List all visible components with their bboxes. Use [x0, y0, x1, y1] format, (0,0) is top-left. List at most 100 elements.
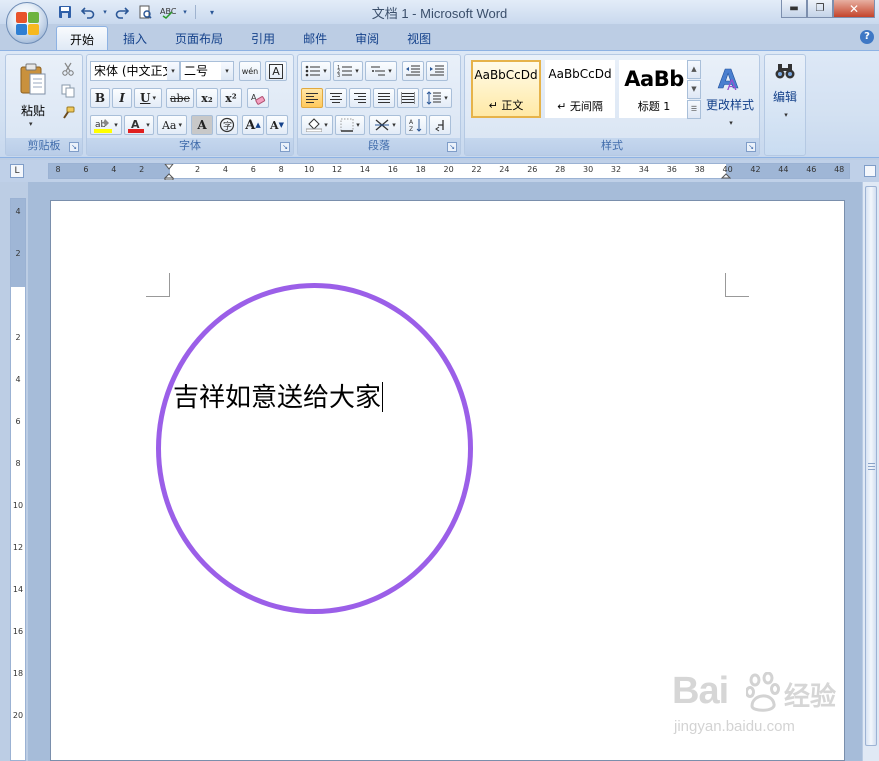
- tab-selector-icon[interactable]: L: [10, 164, 24, 178]
- justify-button[interactable]: [373, 88, 395, 108]
- align-center-button[interactable]: [325, 88, 347, 108]
- numbering-button[interactable]: 123 ▾: [333, 61, 363, 81]
- align-left-button[interactable]: [301, 88, 323, 108]
- first-line-indent-marker[interactable]: [164, 164, 174, 180]
- right-indent-marker[interactable]: [721, 164, 731, 180]
- align-right-button[interactable]: [349, 88, 371, 108]
- highlight-color-button[interactable]: ab ▾: [90, 115, 122, 135]
- underline-button[interactable]: U ▾: [134, 88, 162, 108]
- font-size-dropdown-icon[interactable]: ▾: [221, 62, 233, 80]
- save-icon[interactable]: [56, 3, 74, 21]
- superscript-button[interactable]: x²: [220, 88, 242, 108]
- line-spacing-button[interactable]: ▾: [422, 88, 452, 108]
- spelling-icon[interactable]: ABC: [159, 3, 177, 21]
- gallery-scroll-up-icon[interactable]: ▲: [687, 60, 701, 79]
- multilevel-list-button[interactable]: ▾: [365, 61, 397, 81]
- subscript-button[interactable]: x₂: [196, 88, 218, 108]
- office-button[interactable]: [6, 2, 48, 44]
- cut-button[interactable]: [58, 59, 78, 79]
- ribbon-tabs: 开始 插入 页面布局 引用 邮件 审阅 视图: [56, 26, 444, 50]
- gallery-more-icon[interactable]: ☰: [687, 100, 701, 119]
- close-button[interactable]: ✕: [833, 0, 875, 18]
- document-text[interactable]: 吉祥如意送给大家: [173, 377, 384, 414]
- font-name-combo[interactable]: 宋体 (中文正文) ▾: [90, 61, 180, 81]
- help-icon[interactable]: ?: [860, 30, 874, 44]
- shading-button[interactable]: ▾: [301, 115, 333, 135]
- horizontal-ruler[interactable]: 8 6 4 2 2 4 6 8 10 12 14 16 18 20 22 24 26 28 30 32 34 36 38 40…: [48, 163, 850, 180]
- binoculars-icon: [775, 64, 795, 79]
- tab-home[interactable]: 开始: [56, 26, 109, 50]
- circle-shape[interactable]: [156, 283, 473, 614]
- show-marks-button[interactable]: [429, 115, 451, 135]
- shrink-font-button[interactable]: A ▼: [266, 115, 288, 135]
- chinese-layout-button[interactable]: ▾: [369, 115, 401, 135]
- font-size-combo[interactable]: 二号 ▾: [180, 61, 234, 81]
- tab-review[interactable]: 审阅: [342, 26, 392, 50]
- paste-button[interactable]: 粘贴 ▾: [8, 57, 56, 131]
- style-sample-no-spacing: AaBbCcDd: [548, 67, 612, 81]
- clear-formatting-button[interactable]: A: [247, 88, 269, 108]
- view-ruler-icon[interactable]: [864, 165, 876, 177]
- ruler-tick-label: 8: [55, 165, 61, 174]
- undo-dropdown-icon[interactable]: ▾: [102, 3, 108, 21]
- editing-button[interactable]: 编辑 ▾: [767, 57, 803, 131]
- char-border-button[interactable]: A: [265, 61, 287, 81]
- sort-button[interactable]: AZ: [405, 115, 427, 135]
- print-preview-icon[interactable]: [136, 3, 154, 21]
- decrease-indent-button[interactable]: [402, 61, 424, 81]
- style-tile-heading-1[interactable]: AaBb 标题 1: [619, 60, 689, 118]
- spelling-dropdown-icon[interactable]: ▾: [182, 3, 188, 21]
- restore-icon: ❐: [815, 3, 825, 14]
- minimize-button[interactable]: ▬: [781, 0, 807, 18]
- paste-label: 粘贴: [20, 104, 45, 118]
- tab-page-layout[interactable]: 页面布局: [162, 26, 236, 50]
- gallery-scroll-down-icon[interactable]: ▼: [687, 80, 701, 99]
- tab-references[interactable]: 引用: [238, 26, 288, 50]
- styles-launcher-icon[interactable]: ↘: [746, 142, 756, 152]
- change-case-button[interactable]: Aa ▾: [157, 115, 187, 135]
- tab-view[interactable]: 视图: [394, 26, 444, 50]
- ruler-tick-label: 26: [527, 165, 538, 174]
- font-group: 宋体 (中文正文) ▾ 二号 ▾ wén A B I U ▾ abe x₂ x²…: [86, 54, 294, 156]
- phonetic-guide-button[interactable]: wén: [239, 61, 261, 81]
- line-spacing-dropdown-icon: ▾: [444, 94, 448, 102]
- style-tile-no-spacing[interactable]: AaBbCcDd ↵ 无间隔: [545, 60, 615, 118]
- character-shading-button[interactable]: A: [191, 115, 213, 135]
- font-launcher-icon[interactable]: ↘: [280, 142, 290, 152]
- bullets-button[interactable]: ▾: [301, 61, 331, 81]
- style-tile-normal[interactable]: AaBbCcDd ↵ 正文: [471, 60, 541, 118]
- vertical-ruler[interactable]: 4 2 2 4 6 8 10 12 14 16 18 20: [10, 198, 26, 761]
- tab-insert[interactable]: 插入: [110, 26, 160, 50]
- format-painter-button[interactable]: [58, 103, 78, 123]
- document-page[interactable]: 吉祥如意送给大家: [50, 200, 845, 761]
- ruler-tick-label: 6: [250, 165, 256, 174]
- enclose-characters-button[interactable]: 字: [216, 115, 238, 135]
- bold-button[interactable]: B: [90, 88, 110, 108]
- vertical-ruler-tick-label: 6: [15, 417, 21, 426]
- svg-text:ABC: ABC: [160, 7, 176, 16]
- increase-indent-button[interactable]: [426, 61, 448, 81]
- undo-icon[interactable]: [79, 3, 97, 21]
- scrollbar-thumb[interactable]: [865, 186, 877, 746]
- underline-icon: U: [140, 91, 151, 105]
- change-styles-button[interactable]: AA 更改样式 ▾: [703, 59, 757, 133]
- copy-button[interactable]: [58, 81, 78, 101]
- strikethrough-button[interactable]: abe: [166, 88, 194, 108]
- italic-button[interactable]: I: [112, 88, 132, 108]
- editing-dropdown-icon: ▾: [784, 111, 788, 119]
- phonetic-guide-icon: wén: [241, 66, 259, 76]
- font-color-button[interactable]: A ▾: [124, 115, 154, 135]
- grow-font-button[interactable]: A ▲: [242, 115, 264, 135]
- paragraph-launcher-icon[interactable]: ↘: [447, 142, 457, 152]
- clipboard-launcher-icon[interactable]: ↘: [69, 142, 79, 152]
- redo-icon[interactable]: [113, 3, 131, 21]
- distributed-button[interactable]: [397, 88, 419, 108]
- scissors-icon: [62, 62, 74, 76]
- customize-qat-icon[interactable]: ▾: [203, 3, 221, 21]
- tab-mailings[interactable]: 邮件: [290, 26, 340, 50]
- borders-button[interactable]: ▾: [335, 115, 365, 135]
- font-name-dropdown-icon[interactable]: ▾: [167, 62, 179, 80]
- paragraph-label-text: 段落: [368, 139, 390, 152]
- restore-button[interactable]: ❐: [807, 0, 833, 18]
- vertical-scrollbar[interactable]: [862, 182, 879, 761]
